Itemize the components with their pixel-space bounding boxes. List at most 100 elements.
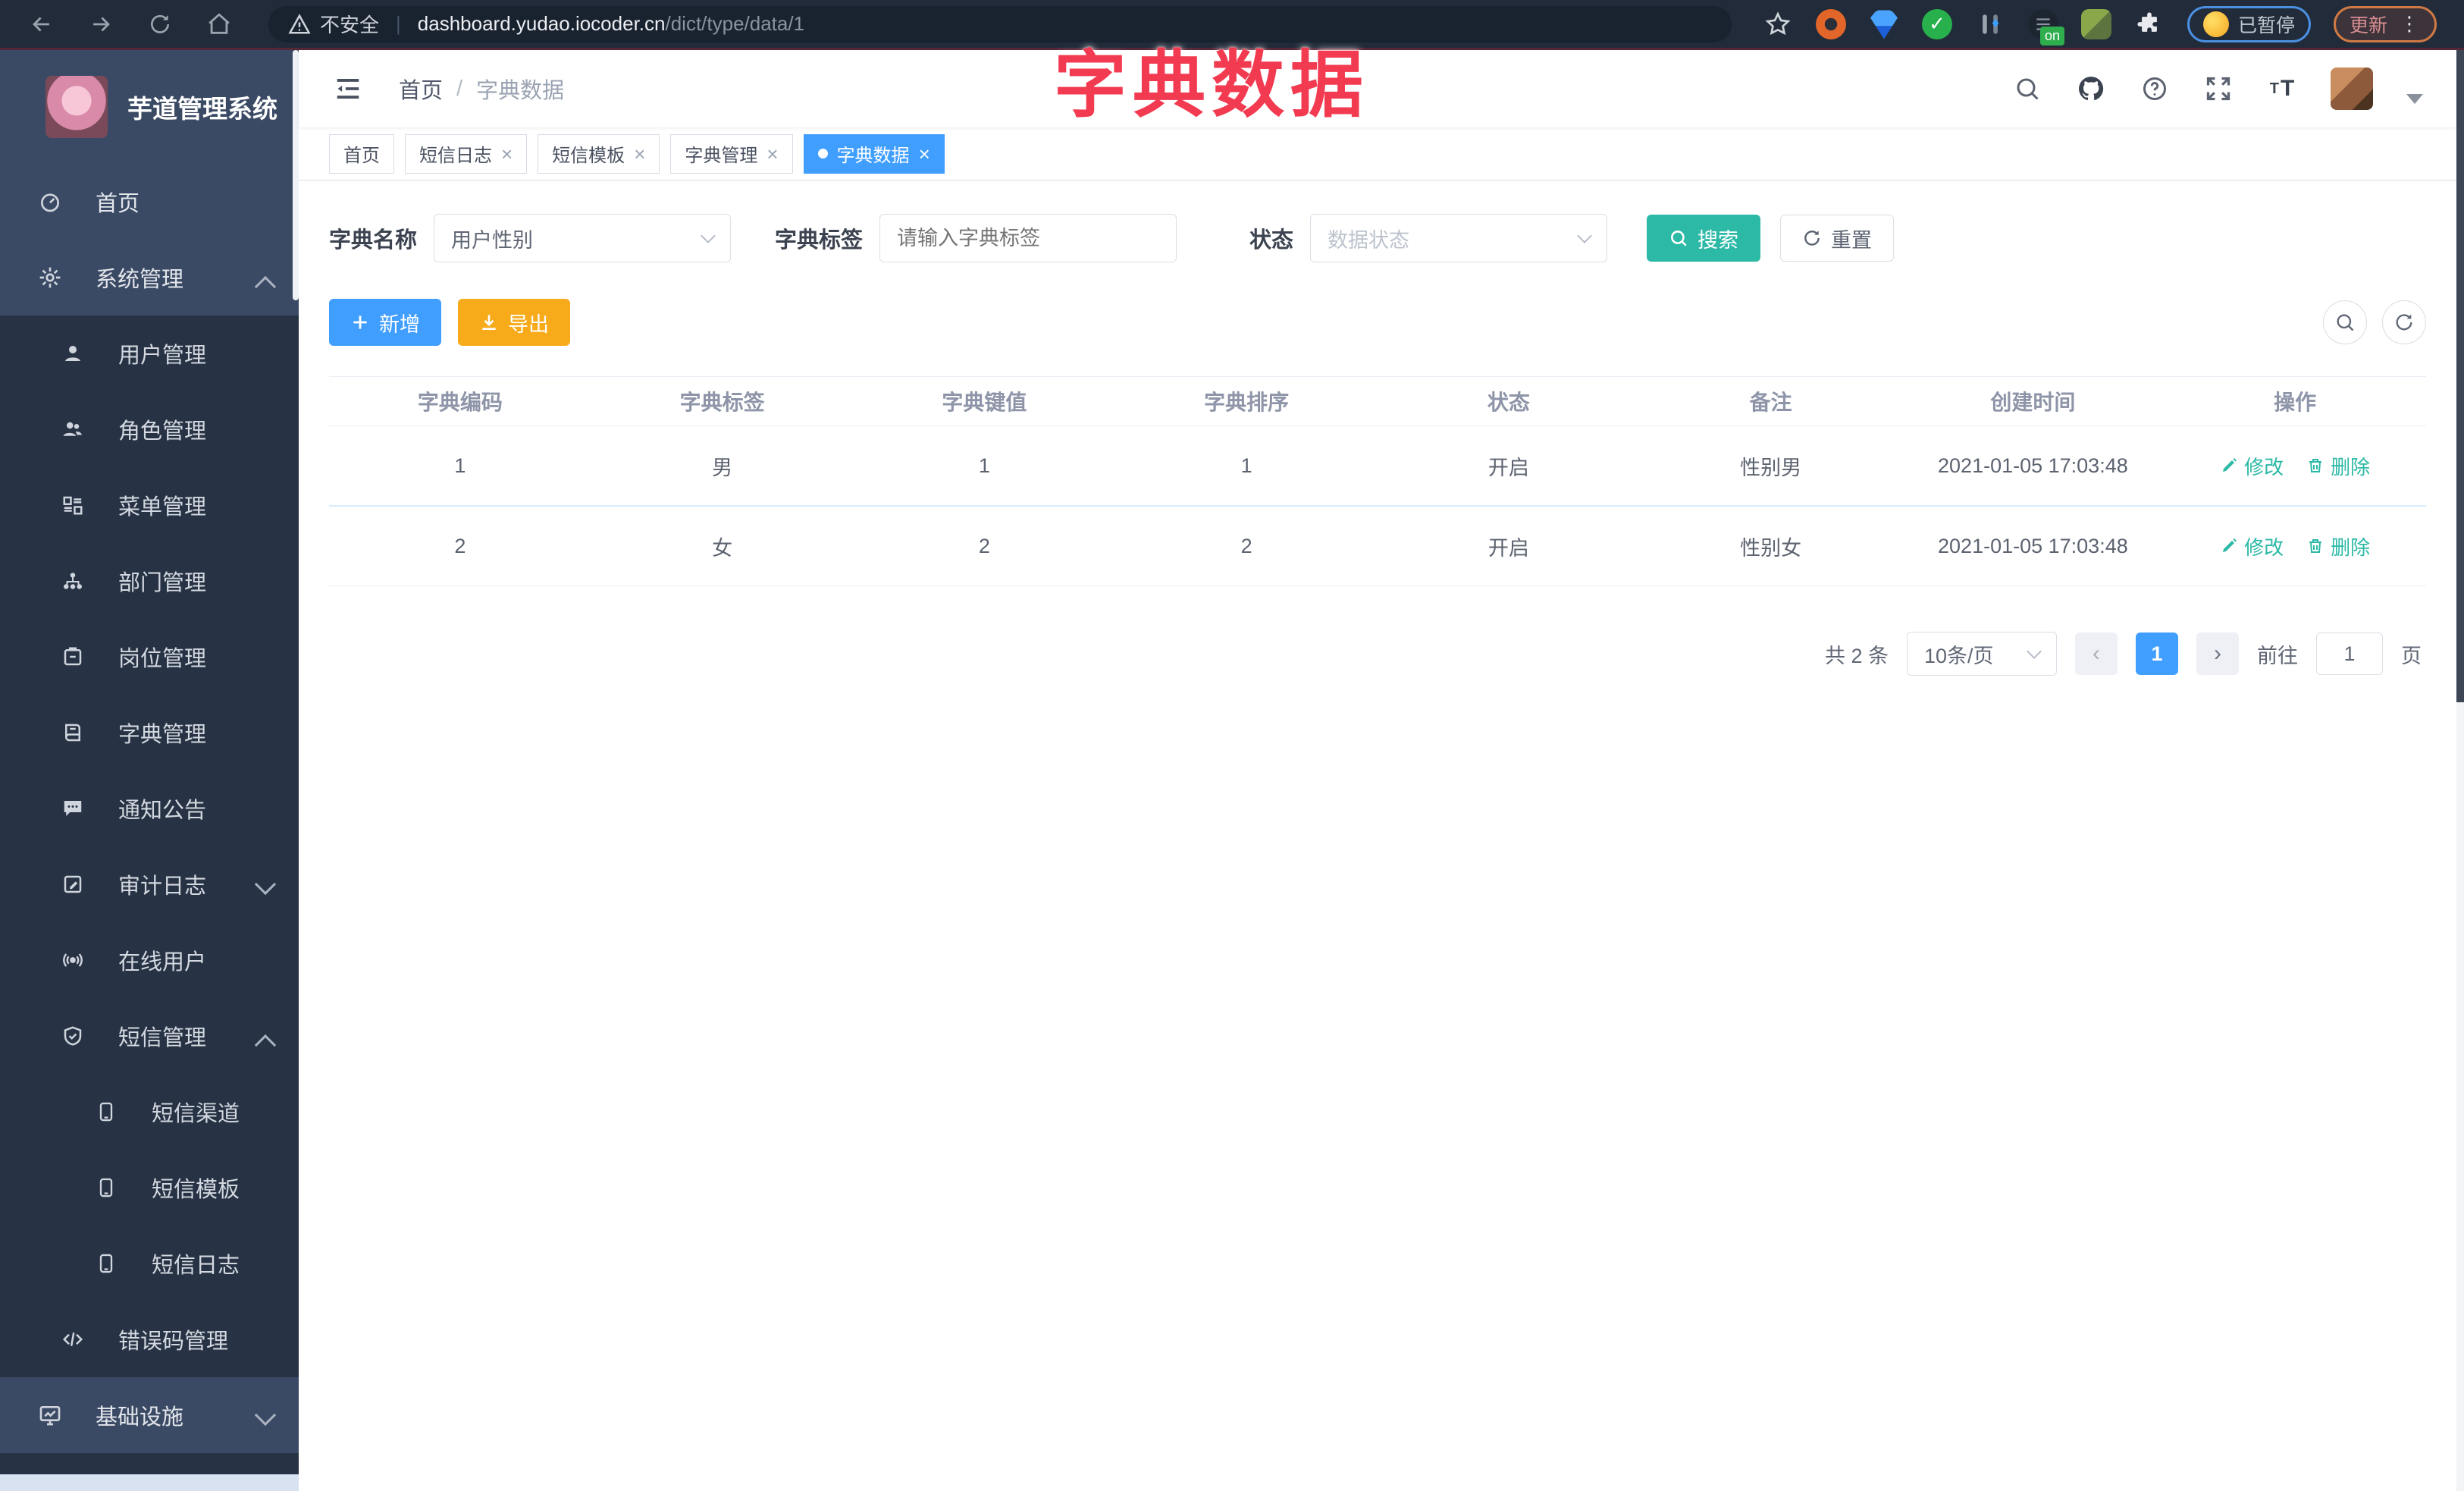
message-icon [58,797,88,820]
chevron-up-icon [254,1034,277,1056]
sidebar-item-online-users[interactable]: 在线用户 [0,922,299,998]
forward-icon[interactable] [86,10,115,39]
breadcrumb-current: 字典数据 [476,79,565,103]
delete-link[interactable]: 删除 [2306,452,2370,480]
sidebar-item-department-management[interactable]: 部门管理 [0,543,299,619]
sidebar-collapse-icon[interactable] [332,74,365,104]
home-icon[interactable] [205,10,234,39]
sidebar-item-sms-template[interactable]: 短信模板 [0,1150,299,1226]
next-page-button[interactable]: › [2196,632,2239,675]
app-logo-row[interactable]: 芋道管理系统 [0,50,299,164]
browser-menu-icon[interactable]: ⋮ [2400,12,2421,36]
search-button[interactable]: 搜索 [1647,215,1761,262]
sidebar-item-dict-management[interactable]: 字典管理 [0,695,299,771]
extensions-puzzle-icon[interactable] [2134,9,2165,39]
search-icon [2337,314,2354,331]
edit-link[interactable]: 修改 [2220,532,2284,560]
reload-icon[interactable] [146,10,174,39]
refresh-table-button[interactable] [2382,300,2426,344]
sidebar-item-sms-management[interactable]: 短信管理 [0,998,299,1074]
sidebar-item-label: 部门管理 [118,571,207,595]
sidebar-item-infrastructure[interactable]: 基础设施 [0,1377,299,1453]
back-icon[interactable] [27,10,56,39]
dict-tag-input[interactable] [879,214,1177,262]
annotation-title: 字典数据 [1054,45,1369,126]
chevron-down-icon [254,1404,277,1427]
profile-emoji-avatar [2202,11,2229,37]
tab-sms-log[interactable]: 短信日志 × [405,133,528,174]
sidebar-item-notice[interactable]: 通知公告 [0,771,299,846]
sidebar-item-sms-channel[interactable]: 短信渠道 [0,1074,299,1150]
delete-link-label: 删除 [2331,535,2371,559]
edit-link[interactable]: 修改 [2220,452,2284,480]
reset-button[interactable]: 重置 [1780,215,1895,262]
extension-on-badge-icon[interactable]: on [2027,8,2064,46]
browser-update-button[interactable]: 更新 ⋮ [2333,5,2437,42]
sidebar-item-error-code[interactable]: 错误码管理 [0,1301,299,1377]
prev-page-button[interactable]: ‹ [2075,632,2118,675]
close-icon[interactable]: × [766,144,778,164]
github-icon[interactable] [2076,74,2106,104]
pagination: 共 2 条 10条/页 ‹ 1 › 前往 页 [329,632,2426,676]
tag-view-bar: 首页 短信日志 × 短信模板 × 字典管理 × 字典数据 × [299,127,2456,180]
extension-toggles-icon[interactable] [1975,9,2005,39]
url-host[interactable]: dashboard.yudao.iocoder.cn [418,12,666,36]
dict-name-select[interactable]: 用户性别 [434,214,732,262]
edit-log-icon [58,873,88,896]
monitor-icon [35,1403,65,1427]
sidebar-item-label: 菜单管理 [118,495,207,519]
page-unit-label: 页 [2401,644,2422,667]
extension-robot-icon[interactable] [2080,8,2111,39]
sidebar-item-user-management[interactable]: 用户管理 [0,315,299,391]
sidebar-scrollbar[interactable] [293,50,299,300]
sidebar-item-label: 短信管理 [118,1026,207,1050]
profile-paused-chip[interactable]: 已暂停 [2187,5,2311,42]
dict-tag-label: 字典标签 [775,228,864,253]
tab-home[interactable]: 首页 [329,133,394,174]
extension-orange-icon[interactable] [1815,8,1846,39]
breadcrumb-home[interactable]: 首页 [399,73,443,105]
page-scrollbar-thumb[interactable] [2456,50,2464,702]
close-icon[interactable]: × [634,144,645,164]
sidebar-item-audit-log[interactable]: 审计日志 [0,846,299,922]
sidebar-item-label: 用户管理 [118,344,207,368]
edit-link-label: 修改 [2244,455,2284,479]
sidebar-item-role-management[interactable]: 角色管理 [0,391,299,467]
sidebar-item-menu-management[interactable]: 菜单管理 [0,467,299,543]
close-icon[interactable]: × [501,144,513,164]
cell-dict-sort: 2 [1240,534,1252,557]
status-select[interactable]: 数据状态 [1310,214,1608,262]
caret-down-icon[interactable] [2406,93,2423,104]
extension-gem-icon[interactable] [1870,10,1898,39]
page-scrollbar[interactable] [2456,50,2464,1491]
toggle-search-button[interactable] [2323,300,2367,344]
current-page-button[interactable]: 1 [2136,632,2178,675]
sidebar-item-sms-log[interactable]: 短信日志 [0,1226,299,1301]
add-button[interactable]: 新增 [329,299,441,346]
page-size-select[interactable]: 10条/页 [1907,632,2057,676]
address-bar[interactable]: 不安全 | dashboard.yudao.iocoder.cn /dict/t… [268,5,1732,42]
pencil-icon [2223,538,2237,552]
delete-link[interactable]: 删除 [2306,532,2370,560]
sidebar-item-post-management[interactable]: 岗位管理 [0,619,299,695]
sidebar-item-system-management[interactable]: 系统管理 [0,240,299,315]
goto-page-input[interactable] [2316,632,2383,675]
sidebar-item-home[interactable]: 首页 [0,164,299,240]
fullscreen-icon[interactable] [2203,74,2234,104]
font-size-icon[interactable]: TT [2267,74,2297,104]
refresh-icon [1804,231,1820,246]
tab-dict-management[interactable]: 字典管理 × [670,133,793,174]
trash-icon [2309,539,2322,553]
bookmark-star-icon[interactable] [1763,9,1793,39]
export-button[interactable]: 导出 [458,299,570,346]
tab-sms-template[interactable]: 短信模板 × [538,133,660,174]
close-icon[interactable]: × [919,144,930,164]
tab-dict-data[interactable]: 字典数据 × [803,133,945,174]
pagination-total: 共 2 条 [1824,644,1889,667]
extension-check-icon[interactable]: ✓ [1921,8,1952,39]
user-avatar[interactable] [2331,67,2373,110]
security-label[interactable]: 不安全 [320,10,379,38]
insecure-warning-icon [288,13,311,36]
help-icon[interactable] [2140,74,2170,104]
search-icon[interactable] [2012,74,2042,104]
